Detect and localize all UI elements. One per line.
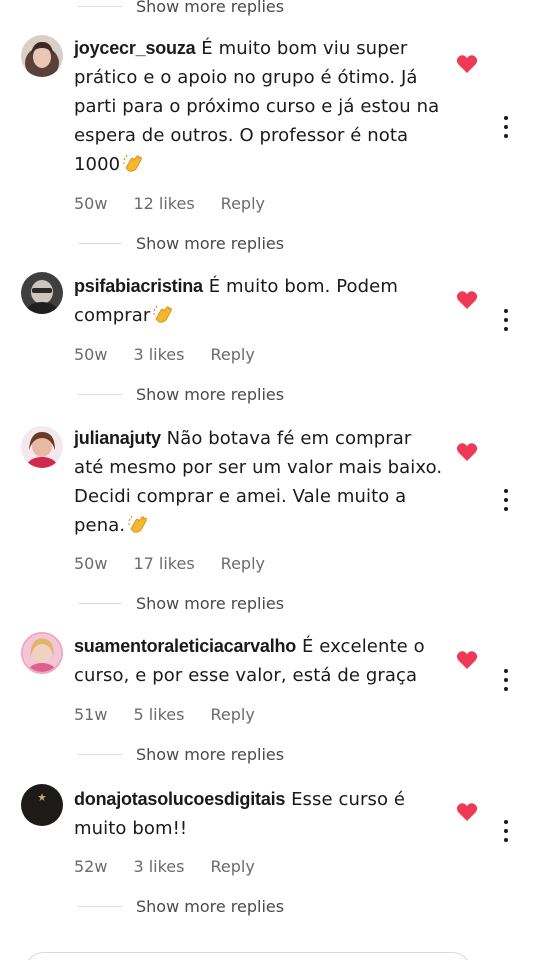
clapping-hands-icon (127, 513, 149, 533)
avatar[interactable] (21, 35, 63, 77)
comment-likes[interactable]: 12 likes (133, 194, 194, 213)
show-more-replies-button[interactable]: Show more replies (78, 894, 284, 918)
comment-age: 50w (74, 554, 108, 573)
comment-likes[interactable]: 5 likes (133, 705, 184, 724)
avatar-image (21, 426, 63, 468)
comment-text-block: psifabiacristina É muito bom. Podem comp… (74, 272, 446, 330)
show-more-replies-label: Show more replies (136, 384, 285, 404)
show-more-replies-label: Show more replies (136, 896, 285, 916)
like-heart-icon[interactable] (456, 54, 478, 74)
comment-text-block: donajotasolucoesdigitais Esse curso é mu… (74, 785, 446, 843)
more-options-icon[interactable] (496, 667, 516, 693)
more-options-icon[interactable] (496, 114, 516, 140)
reply-button[interactable]: Reply (210, 857, 254, 876)
add-comment-input[interactable] (24, 952, 472, 960)
comment-username[interactable]: psifabiacristina (74, 276, 203, 296)
avatar[interactable] (21, 784, 63, 826)
avatar-image (23, 634, 61, 672)
show-more-replies-button[interactable]: Show more replies (78, 231, 284, 255)
reply-button[interactable]: Reply (221, 194, 265, 213)
comment-meta: 50w 17 likes Reply (74, 554, 265, 573)
divider (78, 242, 122, 244)
avatar[interactable] (21, 426, 63, 468)
reply-button[interactable]: Reply (221, 554, 265, 573)
more-options-icon[interactable] (496, 307, 516, 333)
comment-text-block: suamentoraleticiacarvalho É excelente o … (74, 632, 446, 690)
like-heart-icon[interactable] (456, 802, 478, 822)
clapping-hands-icon (152, 303, 174, 323)
comment-meta: 52w 3 likes Reply (74, 857, 255, 876)
avatar-image (21, 272, 63, 314)
show-more-replies-label: Show more replies (136, 233, 285, 253)
comment-likes[interactable]: 3 likes (133, 857, 184, 876)
avatar[interactable] (21, 272, 63, 314)
like-heart-icon[interactable] (456, 650, 478, 670)
avatar[interactable] (21, 632, 63, 674)
comment-username[interactable]: donajotasolucoesdigitais (74, 789, 285, 809)
divider (78, 602, 122, 604)
comment-username[interactable]: suamentoraleticiacarvalho (74, 636, 296, 656)
avatar-image (21, 784, 63, 826)
reply-button[interactable]: Reply (210, 345, 254, 364)
comment-meta: 50w 3 likes Reply (74, 345, 255, 364)
comment-meta: 51w 5 likes Reply (74, 705, 255, 724)
more-options-icon[interactable] (496, 487, 516, 513)
comment-likes[interactable]: 17 likes (133, 554, 194, 573)
comment-text-block: julianajuty Não botava fé em comprar até… (74, 424, 446, 540)
like-heart-icon[interactable] (456, 290, 478, 310)
divider (78, 5, 122, 7)
show-more-replies-label: Show more replies (136, 0, 285, 16)
comment-age: 50w (74, 345, 108, 364)
comment-text-block: joycecr_souza É muito bom viu super prát… (74, 34, 446, 179)
comment-username[interactable]: julianajuty (74, 428, 161, 448)
show-more-replies-button[interactable]: Show more replies (78, 382, 284, 406)
divider (78, 905, 122, 907)
comment-age: 52w (74, 857, 108, 876)
comment-username[interactable]: joycecr_souza (74, 38, 196, 58)
show-more-replies-button[interactable]: Show more replies (78, 0, 284, 18)
show-more-replies-label: Show more replies (136, 744, 285, 764)
divider (78, 753, 122, 755)
comment-age: 51w (74, 705, 108, 724)
comment-meta: 50w 12 likes Reply (74, 194, 265, 213)
more-options-icon[interactable] (496, 818, 516, 844)
show-more-replies-label: Show more replies (136, 593, 285, 613)
divider (78, 393, 122, 395)
show-more-replies-button[interactable]: Show more replies (78, 591, 284, 615)
comment-likes[interactable]: 3 likes (133, 345, 184, 364)
comment-age: 50w (74, 194, 108, 213)
reply-button[interactable]: Reply (210, 705, 254, 724)
avatar-image (21, 35, 63, 77)
clapping-hands-icon (122, 152, 144, 172)
like-heart-icon[interactable] (456, 442, 478, 462)
show-more-replies-button[interactable]: Show more replies (78, 742, 284, 766)
